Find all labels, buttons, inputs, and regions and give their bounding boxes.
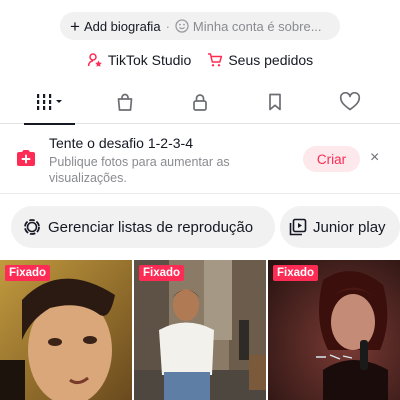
playlist-settings-icon xyxy=(24,219,40,235)
tab-private[interactable] xyxy=(162,84,237,124)
video-thumbnail[interactable]: Fixado xyxy=(0,260,132,400)
pinned-badge: Fixado xyxy=(5,265,51,281)
tab-liked[interactable] xyxy=(312,84,387,124)
manage-playlists-label: Gerenciar listas de reprodução xyxy=(48,218,254,236)
manage-playlists-chip[interactable]: Gerenciar listas de reprodução xyxy=(11,206,275,248)
create-button[interactable]: Criar xyxy=(303,146,360,172)
video-grid: Fixado Fixado Fixado xyxy=(0,260,400,400)
video-thumbnail[interactable]: Fixado xyxy=(268,260,400,400)
bio-separator: · xyxy=(165,18,170,34)
profile-tabs xyxy=(0,84,400,125)
junior-play-label: Junior play xyxy=(313,218,386,236)
lock-icon xyxy=(190,92,210,117)
video-still-1 xyxy=(0,260,132,400)
video-still-3 xyxy=(268,260,400,400)
orders-link[interactable]: Seus pedidos xyxy=(207,52,313,68)
plus-icon: + xyxy=(70,16,80,36)
smile-icon xyxy=(175,19,189,33)
tab-shop[interactable] xyxy=(87,84,162,124)
playlist-icon xyxy=(289,218,307,236)
challenge-description: Publique fotos para aumentar as visualiz… xyxy=(49,155,230,185)
tab-videos[interactable] xyxy=(12,84,87,125)
camera-plus-icon xyxy=(15,147,37,174)
add-bio-label: Add biografia xyxy=(83,18,161,34)
bookmark-icon xyxy=(265,92,285,117)
video-still-2 xyxy=(134,260,266,400)
videos-grid-icon xyxy=(35,92,65,117)
add-bio-pill[interactable]: + Add biografia · Minha conta é sobre... xyxy=(60,12,340,40)
orders-label: Seus pedidos xyxy=(228,52,314,68)
tab-saved[interactable] xyxy=(237,84,312,124)
pinned-badge: Fixado xyxy=(139,265,185,281)
profile-links: TikTok Studio Seus pedidos xyxy=(0,52,400,68)
studio-label: TikTok Studio xyxy=(107,52,192,68)
pinned-badge: Fixado xyxy=(273,265,319,281)
bio-placeholder: Minha conta é sobre... xyxy=(192,18,322,34)
shop-bag-icon xyxy=(115,92,135,117)
heart-icon xyxy=(339,91,361,117)
close-icon[interactable]: × xyxy=(370,150,379,166)
studio-icon xyxy=(87,52,103,68)
video-thumbnail[interactable]: Fixado xyxy=(134,260,266,400)
junior-play-chip[interactable]: Junior play xyxy=(280,206,400,248)
tiktok-studio-link[interactable]: TikTok Studio xyxy=(87,52,192,68)
challenge-title: Tente o desafio 1-2-3-4 xyxy=(49,135,193,151)
cart-icon xyxy=(207,52,223,68)
